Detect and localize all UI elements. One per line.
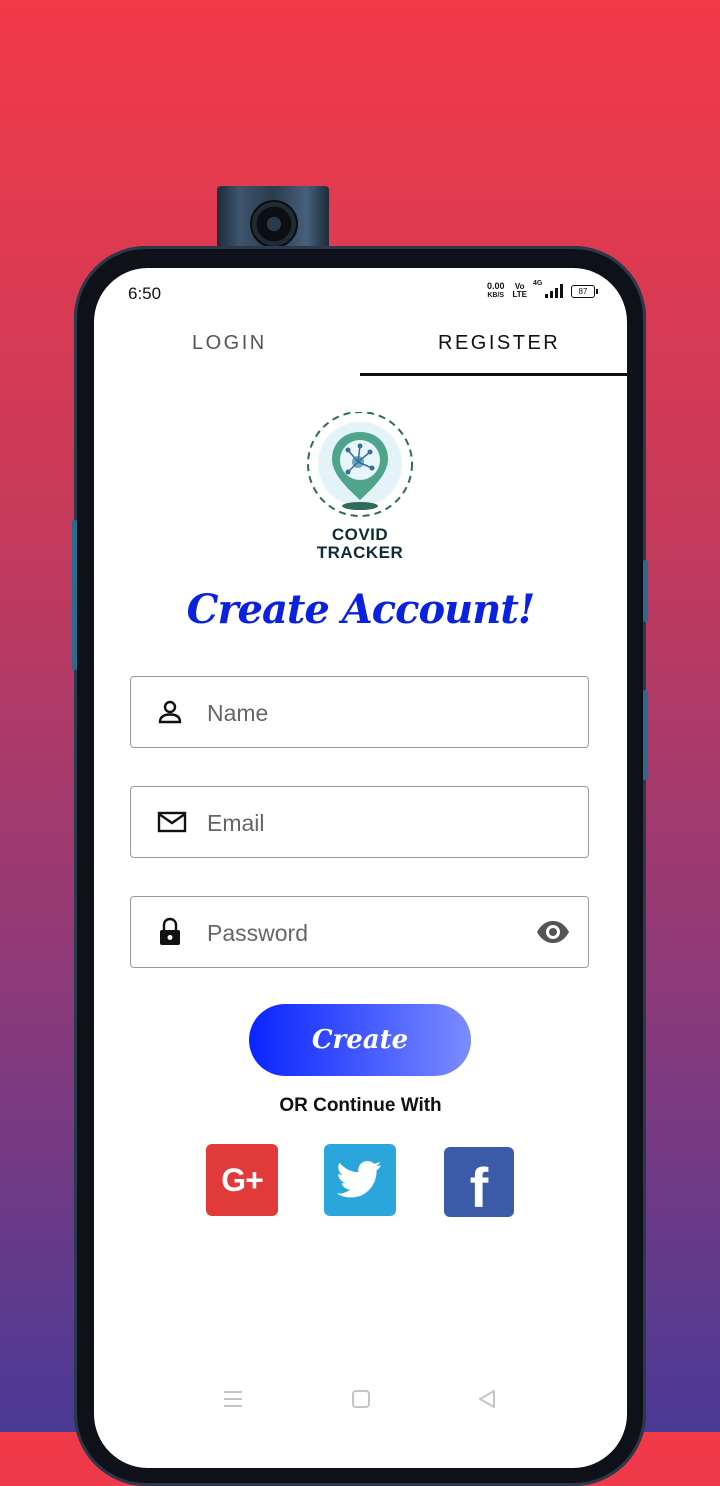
- home-square-icon[interactable]: [350, 1388, 372, 1410]
- or-continue-label: OR Continue With: [279, 1095, 442, 1116]
- popup-camera: [217, 186, 329, 252]
- volte-icon: Vo LTE: [512, 282, 527, 299]
- battery-icon: 87: [571, 284, 598, 298]
- app-screen: 6:50 0.00 KB/S Vo LTE 4G 87 LOGIN REGIST…: [94, 268, 627, 1468]
- google-plus-button[interactable]: G+: [206, 1144, 278, 1216]
- back-triangle-icon[interactable]: [476, 1388, 498, 1410]
- facebook-button[interactable]: f: [444, 1147, 514, 1219]
- mail-icon: [157, 811, 187, 833]
- network-speed: 0.00 KB/S: [486, 281, 505, 300]
- auth-tabs: LOGIN REGISTER: [94, 316, 627, 378]
- twitter-button[interactable]: [324, 1144, 396, 1216]
- eye-icon[interactable]: [536, 919, 570, 945]
- system-nav-bar: [94, 1388, 627, 1428]
- tab-register[interactable]: REGISTER: [438, 332, 560, 355]
- menu-icon[interactable]: [222, 1388, 244, 1410]
- page-title: Create Account!: [186, 586, 536, 633]
- signal-icon: 4G: [533, 280, 563, 298]
- tab-indicator: [360, 373, 627, 376]
- email-input[interactable]: [205, 787, 529, 859]
- twitter-icon: [337, 1161, 381, 1198]
- status-time: 6:50: [128, 284, 162, 303]
- google-plus-icon: G+: [221, 1161, 264, 1198]
- power-button: [643, 560, 648, 622]
- name-input[interactable]: [205, 677, 529, 749]
- volume-button: [72, 520, 77, 670]
- person-icon: [158, 700, 182, 724]
- name-field[interactable]: [130, 676, 589, 749]
- create-button[interactable]: Create: [249, 1004, 471, 1076]
- tab-login[interactable]: LOGIN: [192, 332, 267, 355]
- password-field[interactable]: [130, 896, 589, 969]
- covid-tracker-logo-icon: [304, 411, 416, 524]
- status-icons: 0.00 KB/S Vo LTE 4G 87: [486, 280, 598, 300]
- lock-icon: [160, 917, 180, 945]
- facebook-icon: f: [469, 1155, 489, 1219]
- camera-lens: [250, 200, 298, 248]
- logo-text: COVID TRACKER: [316, 525, 404, 562]
- password-input[interactable]: [205, 897, 529, 969]
- email-field[interactable]: [130, 786, 589, 859]
- side-key: [643, 690, 648, 780]
